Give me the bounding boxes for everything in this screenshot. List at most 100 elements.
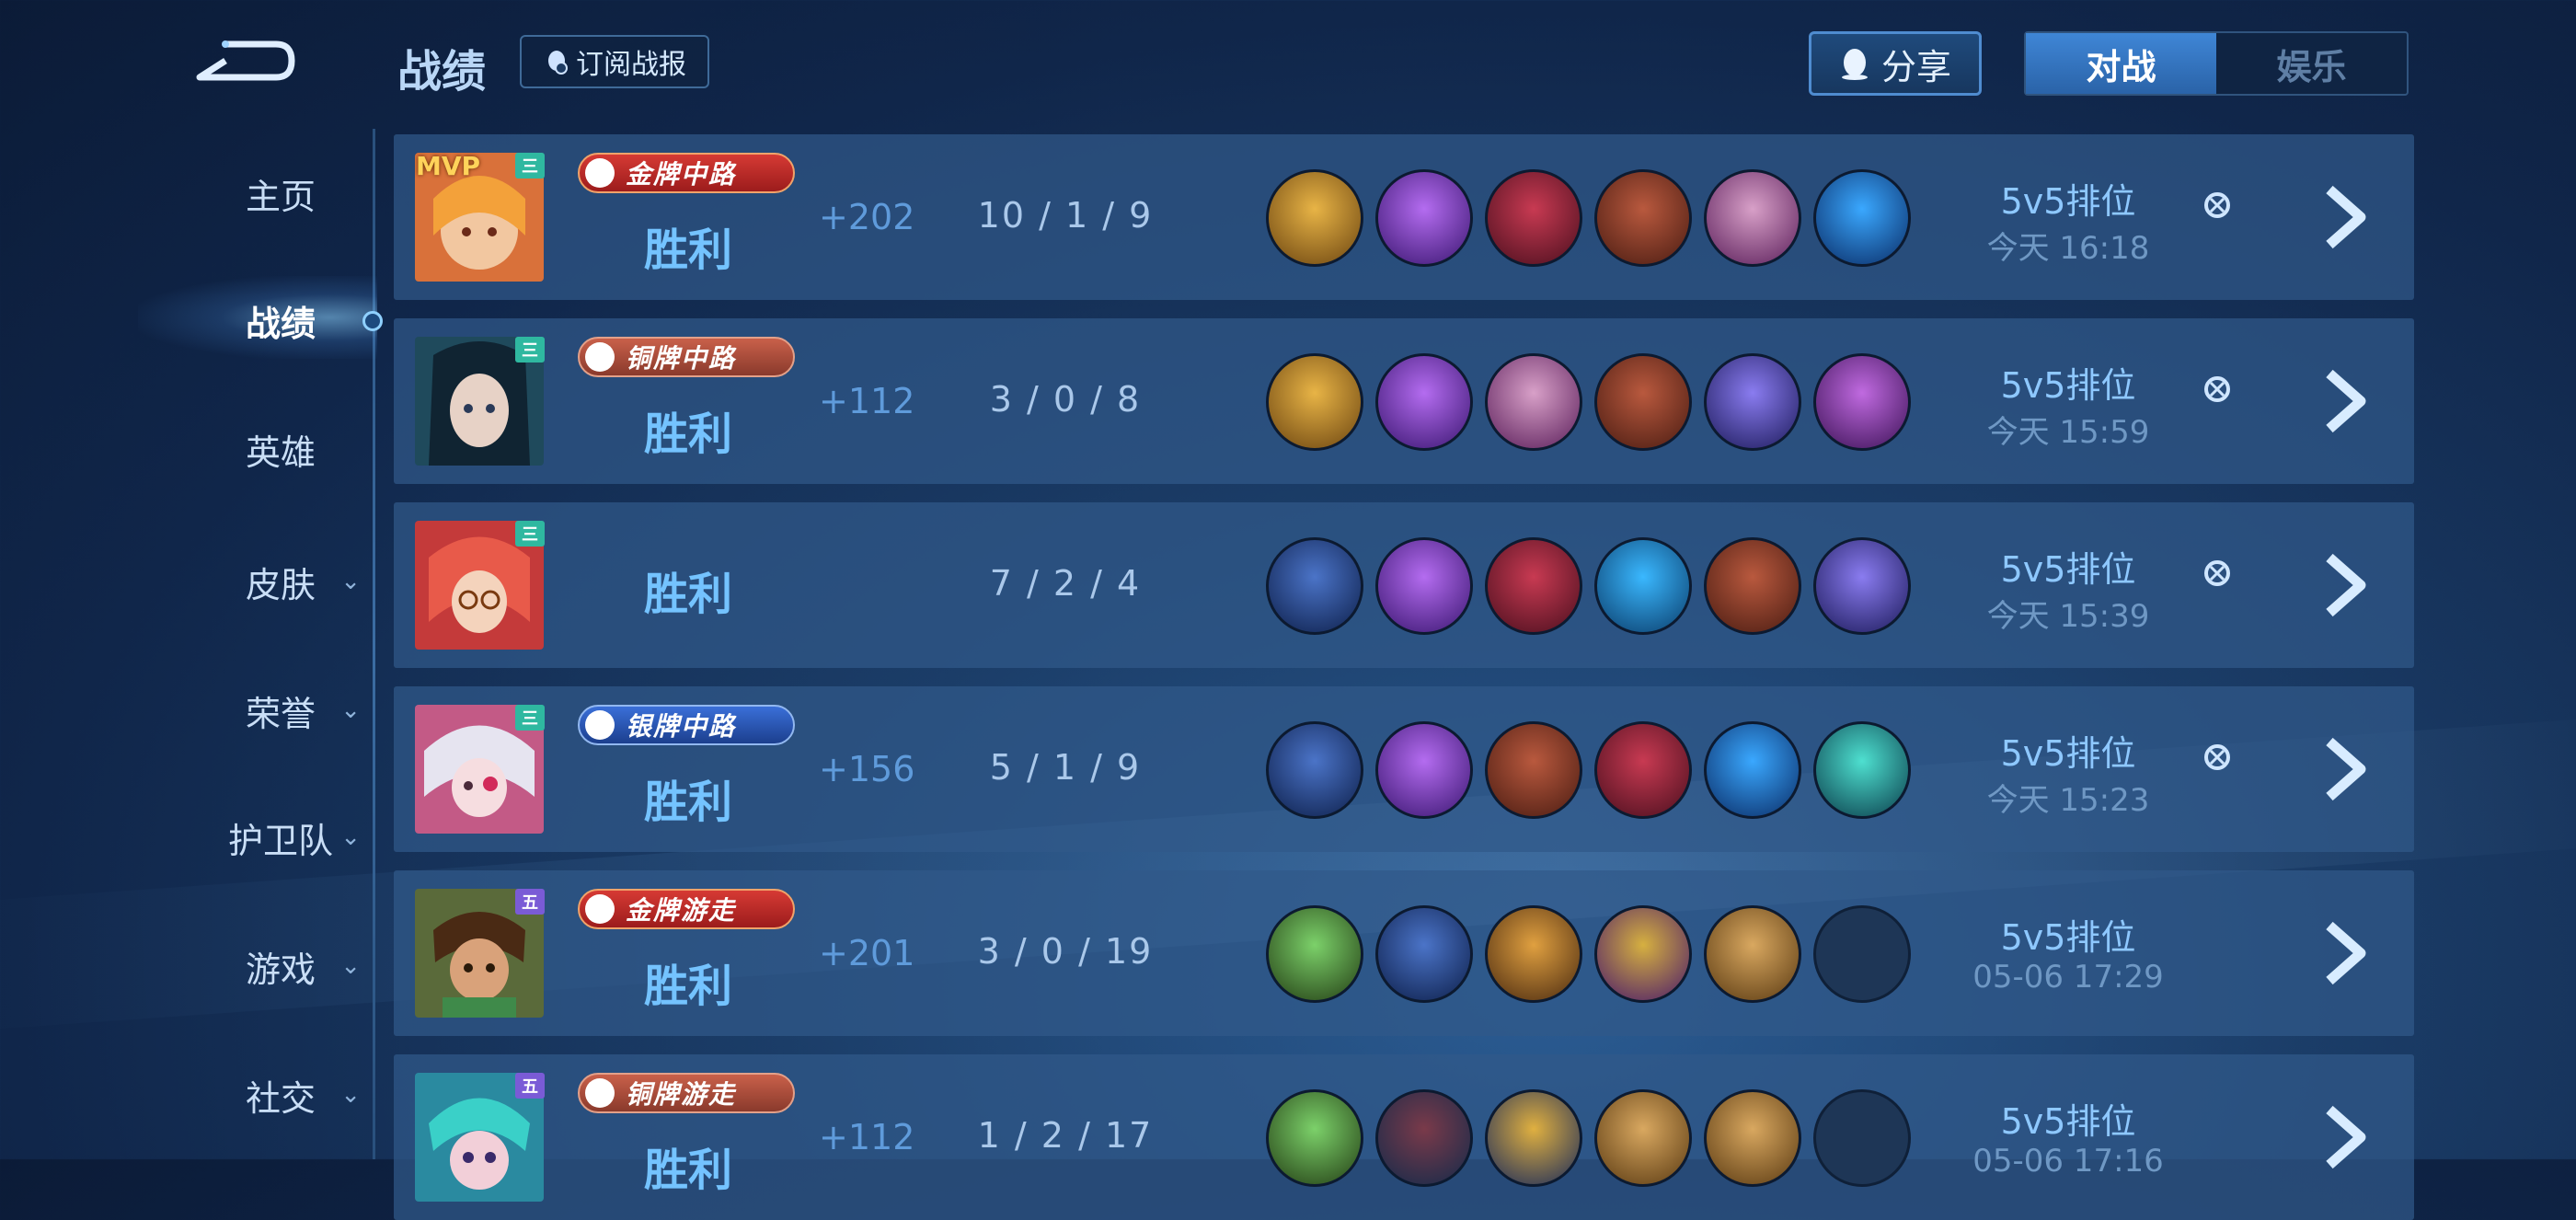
boots-item-icon (1266, 169, 1363, 267)
book-item-icon (1704, 537, 1801, 635)
sidebar-item-label: 战绩 (245, 303, 316, 344)
kda: 3 / 0 / 19 (977, 931, 1154, 972)
badge-label: 金牌中路 (626, 159, 737, 190)
sidebar-item-skins[interactable]: 皮肤 ⌄ (166, 545, 396, 618)
lane-icon (585, 1078, 615, 1108)
tab-entertainment[interactable]: 娱乐 (2216, 33, 2407, 94)
chevron-right-icon[interactable] (2315, 366, 2375, 436)
rune-item-icon (1375, 537, 1473, 635)
rank-tag: 三 (515, 153, 545, 178)
cloak-item-icon (1704, 905, 1801, 1003)
sidebar-item-label: 主页 (245, 176, 316, 217)
book-item-icon (1594, 353, 1692, 451)
score-change: +156 (819, 749, 915, 789)
orb-item-icon (1594, 537, 1692, 635)
scepter-item-icon (1813, 537, 1911, 635)
match-row[interactable]: 五 铜牌游走 胜利 +112 1 / 2 / 17 5v5排位 05-06 17… (394, 1054, 2414, 1220)
lane-icon (585, 894, 615, 924)
chalice-item-icon (1485, 1089, 1582, 1187)
qq-penguin-icon (548, 51, 568, 75)
staff-item-icon (1813, 169, 1911, 267)
rune-item-icon (1375, 169, 1473, 267)
sidebar-item-social[interactable]: 社交 ⌄ (166, 1058, 396, 1132)
hat-item-icon (1594, 721, 1692, 819)
page-title: 战绩 (397, 46, 487, 98)
score-change: +202 (819, 197, 915, 237)
subscribe-report-button[interactable]: 订阅战报 (520, 35, 709, 88)
badge-label: 铜牌中路 (626, 343, 737, 374)
match-result: 胜利 (643, 777, 732, 828)
match-result: 胜利 (643, 409, 732, 460)
position-badge: 金牌中路 (578, 153, 795, 193)
match-result: 胜利 (643, 1145, 732, 1196)
rune-item-icon (1375, 353, 1473, 451)
match-time: 05-06 17:16 (1972, 1143, 2164, 1180)
match-row[interactable]: 三 胜利 7 / 2 / 4 5v5排位 今天 15:39 (394, 502, 2414, 668)
hat-item-icon (1485, 169, 1582, 267)
chevron-right-icon[interactable] (2315, 1102, 2375, 1172)
back-button[interactable] (189, 33, 299, 88)
sidebar-item-label: 游戏 (245, 949, 316, 990)
game-mode: 5v5排位 (2000, 917, 2136, 958)
rank-tag: 三 (515, 521, 545, 547)
chevron-down-icon: ⌄ (340, 823, 361, 851)
replay-icon[interactable] (2202, 374, 2233, 405)
book-item-icon (1485, 721, 1582, 819)
sidebar-item-label: 护卫队 (227, 820, 333, 861)
share-button[interactable]: 分享 (1809, 31, 1982, 96)
badge-label: 金牌游走 (626, 895, 737, 926)
chevron-right-icon[interactable] (2315, 734, 2375, 804)
boots-item-icon (1375, 1089, 1473, 1187)
position-badge: 金牌游走 (578, 889, 795, 929)
shield-item-icon (1594, 1089, 1692, 1187)
chevron-right-icon[interactable] (2315, 550, 2375, 620)
game-mode: 5v5排位 (2000, 365, 2136, 406)
rank-tag: 三 (515, 705, 545, 731)
boots-item-icon (1266, 721, 1363, 819)
replay-icon[interactable] (2202, 742, 2233, 773)
score-change: +112 (819, 381, 915, 421)
item-list (1266, 1089, 1911, 1187)
match-time: 05-06 17:29 (1972, 959, 2164, 996)
match-row[interactable]: MVP 三 金牌中路 胜利 +202 10 / 1 / 9 5v5排位 今天 1… (394, 134, 2414, 300)
sidebar-item-games[interactable]: 游戏 ⌄ (166, 929, 396, 1003)
lane-icon (585, 710, 615, 740)
replay-icon[interactable] (2202, 190, 2233, 221)
sidebar-item-honor[interactable]: 荣誉 ⌄ (166, 673, 396, 747)
match-row[interactable]: 三 银牌中路 胜利 +156 5 / 1 / 9 5v5排位 今天 15:23 (394, 686, 2414, 852)
kda: 5 / 1 / 9 (989, 747, 1142, 788)
hat-item-icon (1485, 537, 1582, 635)
match-result: 胜利 (643, 961, 732, 1012)
crystal-item-icon (1813, 721, 1911, 819)
empty-item-slot (1813, 1089, 1911, 1187)
chevron-right-icon[interactable] (2315, 182, 2375, 252)
game-mode: 5v5排位 (2000, 549, 2136, 590)
chevron-down-icon: ⌄ (340, 568, 361, 595)
qq-penguin-icon (1841, 49, 1868, 80)
boots-item-icon (1266, 537, 1363, 635)
amulet-item-icon (1266, 905, 1363, 1003)
sidebar-item-guard-team[interactable]: 护卫队 ⌄ (166, 800, 396, 874)
mvp-label: MVP (416, 151, 481, 181)
tome-item-icon (1485, 353, 1582, 451)
match-row[interactable]: 三 铜牌中路 胜利 +112 3 / 0 / 8 5v5排位 今天 15:59 (394, 318, 2414, 484)
staff-item-icon (1704, 721, 1801, 819)
chevron-down-icon: ⌄ (340, 952, 361, 980)
match-time: 今天 16:18 (1986, 230, 2150, 267)
sidebar-item-label: 英雄 (245, 432, 316, 473)
sidebar-item-heroes[interactable]: 英雄 (166, 412, 396, 486)
position-badge: 银牌中路 (578, 705, 795, 745)
score-change: +112 (819, 1117, 915, 1157)
replay-icon[interactable] (2202, 558, 2233, 589)
chevron-right-icon[interactable] (2315, 918, 2375, 988)
kda: 7 / 2 / 4 (989, 563, 1142, 604)
sidebar-item-label: 社交 (245, 1077, 316, 1119)
scepter-item-icon (1704, 353, 1801, 451)
sidebar-item-records[interactable]: 战绩 (166, 283, 396, 357)
match-row[interactable]: 五 金牌游走 胜利 +201 3 / 0 / 19 5v5排位 05-06 17… (394, 870, 2414, 1036)
sidebar-item-label: 皮肤 (245, 564, 316, 605)
sidebar-item-home[interactable]: 主页 (166, 156, 396, 230)
game-mode: 5v5排位 (2000, 181, 2136, 222)
tab-battle[interactable]: 对战 (2026, 33, 2216, 94)
subscribe-label: 订阅战报 (576, 49, 686, 81)
